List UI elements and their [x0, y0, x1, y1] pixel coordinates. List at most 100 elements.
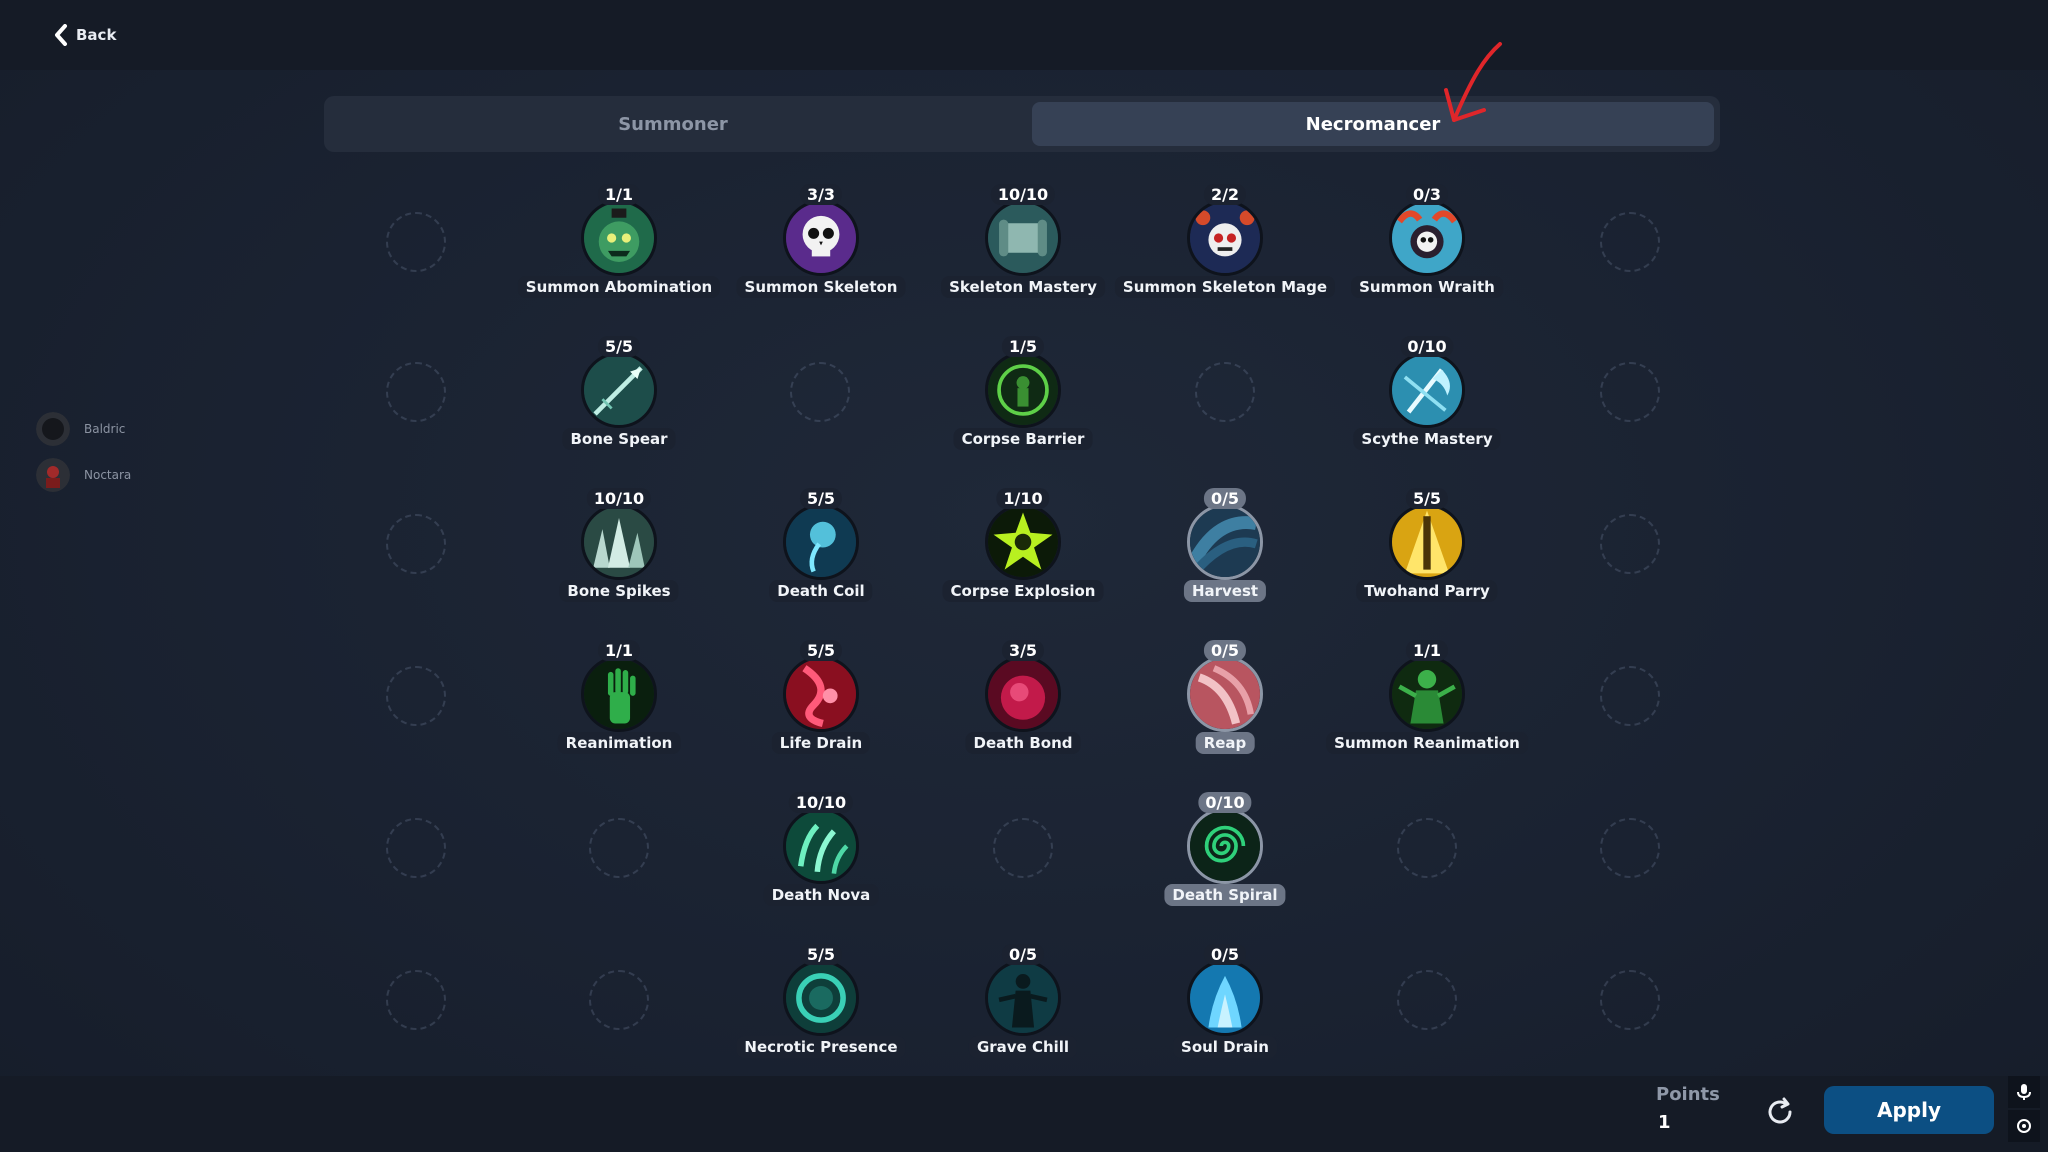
empty-slot: [790, 362, 850, 422]
avatar: [36, 412, 70, 446]
points-label: Points: [1656, 1084, 1720, 1105]
skill-corpse-barrier[interactable]: 1/5 Corpse Barrier: [923, 336, 1123, 456]
skill-rank: 5/5: [799, 640, 843, 661]
skill-rank: 0/5: [1203, 944, 1247, 965]
skill-name: Life Drain: [771, 732, 871, 754]
skill-name: Reanimation: [557, 732, 681, 754]
life-drain-icon: [783, 656, 859, 732]
microphone-icon: [2017, 1084, 2031, 1100]
skill-summon-skeleton-mage[interactable]: 2/2 Summon Skeleton Mage: [1114, 184, 1336, 304]
skill-name: Corpse Barrier: [953, 428, 1093, 450]
avatar: [36, 458, 70, 492]
empty-slot: [1600, 970, 1660, 1030]
empty-slot: [1600, 514, 1660, 574]
hand-icon: [581, 656, 657, 732]
microphone-button[interactable]: [2008, 1076, 2040, 1108]
spear-icon: [581, 352, 657, 428]
skill-life-drain[interactable]: 5/5 Life Drain: [721, 640, 921, 760]
skill-name: Corpse Explosion: [942, 580, 1104, 602]
class-tabs: Summoner Necromancer: [324, 96, 1720, 152]
skill-rank: 1/1: [597, 184, 641, 205]
tab-summoner[interactable]: Summoner: [330, 102, 1016, 146]
skill-name: Death Bond: [965, 732, 1081, 754]
empty-slot: [386, 666, 446, 726]
explosion-icon: [985, 504, 1061, 580]
back-button[interactable]: Back: [54, 24, 116, 46]
coil-icon: [783, 504, 859, 580]
reanimation-icon: [1389, 656, 1465, 732]
skill-reanimation[interactable]: 1/1 Reanimation: [519, 640, 719, 760]
empty-slot: [993, 818, 1053, 878]
skill-reap[interactable]: 0/5 Reap: [1125, 640, 1325, 760]
skill-name: Grave Chill: [968, 1036, 1078, 1058]
skill-skeleton-mastery[interactable]: 10/10 Skeleton Mastery: [923, 184, 1123, 304]
empty-slot: [1600, 212, 1660, 272]
skill-death-coil[interactable]: 5/5 Death Coil: [721, 488, 921, 608]
skill-rank: 0/5: [1001, 944, 1045, 965]
skill-summon-wraith[interactable]: 0/3 Summon Wraith: [1327, 184, 1527, 304]
party-member[interactable]: Baldric: [36, 412, 125, 446]
skill-name: Death Coil: [769, 580, 873, 602]
party-member[interactable]: Noctara: [36, 458, 131, 492]
skill-grave-chill[interactable]: 0/5 Grave Chill: [923, 944, 1123, 1064]
skill-rank: 3/5: [1001, 640, 1045, 661]
tab-necromancer[interactable]: Necromancer: [1032, 102, 1714, 146]
skill-twohand-parry[interactable]: 5/5 Twohand Parry: [1327, 488, 1527, 608]
empty-slot: [386, 212, 446, 272]
skill-harvest[interactable]: 0/5 Harvest: [1125, 488, 1325, 608]
spiral-icon: [1187, 808, 1263, 884]
apply-button[interactable]: Apply: [1824, 1086, 1994, 1134]
empty-slot: [386, 970, 446, 1030]
death-bond-icon: [985, 656, 1061, 732]
skill-name: Bone Spear: [562, 428, 676, 450]
refresh-icon: [1768, 1097, 1792, 1124]
skill-rank: 5/5: [799, 488, 843, 509]
skill-summon-abomination[interactable]: 1/1 Summon Abomination: [517, 184, 721, 304]
skill-rank: 0/3: [1405, 184, 1449, 205]
reset-button[interactable]: [1764, 1096, 1796, 1128]
skill-rank: 0/5: [1203, 488, 1247, 509]
chevron-left-icon: [55, 24, 67, 46]
empty-slot: [1600, 362, 1660, 422]
empty-slot: [1600, 666, 1660, 726]
harvest-icon: [1187, 504, 1263, 580]
top-bar: [0, 0, 2048, 70]
skill-corpse-explosion[interactable]: 1/10 Corpse Explosion: [923, 488, 1123, 608]
skill-rank: 0/10: [1400, 336, 1454, 357]
bottom-bar: [0, 1076, 2048, 1152]
empty-slot: [1195, 362, 1255, 422]
scroll-icon: [985, 200, 1061, 276]
parry-icon: [1389, 504, 1465, 580]
skill-rank: 5/5: [799, 944, 843, 965]
empty-slot: [386, 818, 446, 878]
party-member-name: Noctara: [84, 468, 132, 482]
skill-death-nova[interactable]: 10/10 Death Nova: [721, 792, 921, 912]
skill-name: Bone Spikes: [559, 580, 679, 602]
skill-soul-drain[interactable]: 0/5 Soul Drain: [1125, 944, 1325, 1064]
skill-summon-skeleton[interactable]: 3/3 Summon Skeleton: [721, 184, 921, 304]
skill-name: Reap: [1195, 732, 1255, 754]
skill-rank: 3/3: [799, 184, 843, 205]
skill-name: Skeleton Mastery: [941, 276, 1105, 298]
skill-rank: 1/5: [1001, 336, 1045, 357]
skill-name: Summon Skeleton: [736, 276, 906, 298]
skill-rank: 0/10: [1198, 792, 1252, 813]
skill-death-bond[interactable]: 3/5 Death Bond: [923, 640, 1123, 760]
barrier-icon: [985, 352, 1061, 428]
skill-bone-spikes[interactable]: 10/10 Bone Spikes: [519, 488, 719, 608]
grave-chill-icon: [985, 960, 1061, 1036]
skill-summon-reanimation[interactable]: 1/1 Summon Reanimation: [1326, 640, 1528, 760]
skill-bone-spear[interactable]: 5/5 Bone Spear: [519, 336, 719, 456]
skill-death-spiral[interactable]: 0/10 Death Spiral: [1125, 792, 1325, 912]
settings-button[interactable]: [2008, 1110, 2040, 1142]
skill-scythe-mastery[interactable]: 0/10 Scythe Mastery: [1327, 336, 1527, 456]
spikes-icon: [581, 504, 657, 580]
skill-necrotic-presence[interactable]: 5/5 Necrotic Presence: [721, 944, 921, 1064]
skill-rank: 10/10: [788, 792, 854, 813]
skill-rank: 5/5: [1405, 488, 1449, 509]
skill-name: Harvest: [1183, 580, 1267, 602]
party-member-name: Baldric: [84, 422, 126, 436]
skill-name: Summon Abomination: [517, 276, 721, 298]
skill-rank: 2/2: [1203, 184, 1247, 205]
back-label: Back: [76, 26, 117, 44]
